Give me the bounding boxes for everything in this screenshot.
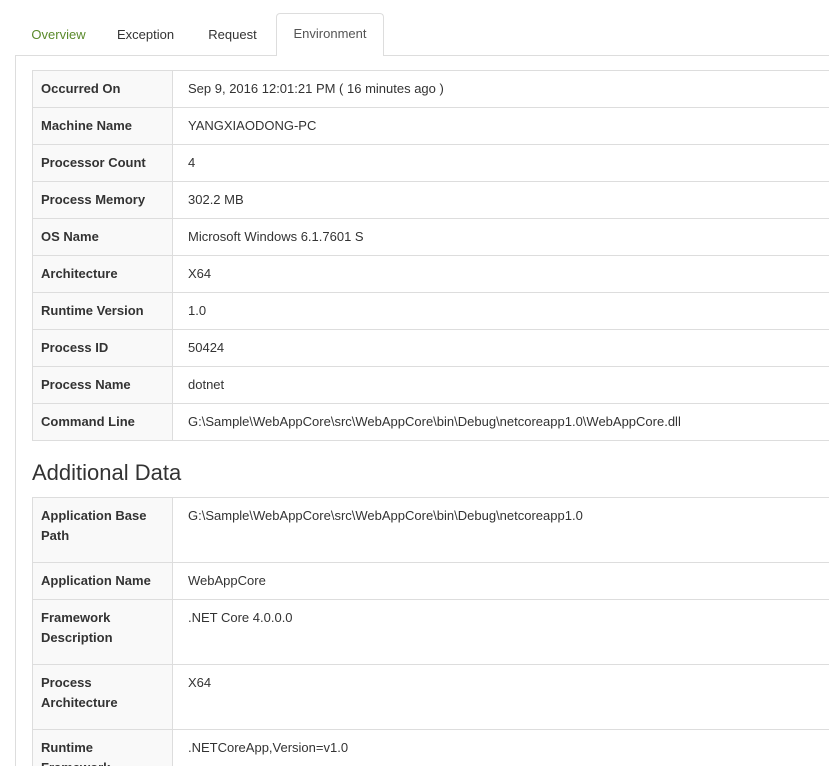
row-key: Command Line <box>32 403 173 441</box>
table-row: Framework Description .NET Core 4.0.0.0 <box>32 599 829 665</box>
additional-data-heading: Additional Data <box>32 460 182 485</box>
table-row: OS Name Microsoft Windows 6.1.7601 S <box>32 218 829 256</box>
row-value: X64 <box>172 664 829 730</box>
tab-environment[interactable]: Environment <box>276 13 384 56</box>
table-row: Architecture X64 <box>32 255 829 293</box>
table-row: Process Name dotnet <box>32 366 829 404</box>
table-row: Process Architecture X64 <box>32 664 829 730</box>
tab-bar: Overview Exception Request Environment <box>15 13 829 56</box>
row-value: Sep 9, 2016 12:01:21 PM ( 16 minutes ago… <box>172 70 829 108</box>
row-value: G:\Sample\WebAppCore\src\WebAppCore\bin\… <box>172 497 829 563</box>
row-value: YANGXIAODONG-PC <box>172 107 829 145</box>
table-row: Application Name WebAppCore <box>32 562 829 600</box>
row-key: OS Name <box>32 218 173 256</box>
row-key: Occurred On <box>32 70 173 108</box>
row-value: 302.2 MB <box>172 181 829 219</box>
row-key: Runtime Version <box>32 292 173 330</box>
row-key: Framework Description <box>32 599 173 665</box>
row-value: Microsoft Windows 6.1.7601 S <box>172 218 829 256</box>
row-value: .NETCoreApp,Version=v1.0 <box>172 729 829 766</box>
table-row: Application Base Path G:\Sample\WebAppCo… <box>32 497 829 563</box>
tab-exception[interactable]: Exception <box>102 14 189 56</box>
table-row: Occurred On Sep 9, 2016 12:01:21 PM ( 16… <box>32 70 829 108</box>
row-value: 50424 <box>172 329 829 367</box>
row-value: X64 <box>172 255 829 293</box>
additional-data-table: Application Base Path G:\Sample\WebAppCo… <box>32 497 829 766</box>
row-key: Runtime Framework <box>32 729 173 766</box>
row-value: WebAppCore <box>172 562 829 600</box>
table-row: Process Memory 302.2 MB <box>32 181 829 219</box>
environment-page: Overview Exception Request Environment O… <box>0 0 829 766</box>
tab-overview[interactable]: Overview <box>15 14 102 56</box>
environment-panel: Occurred On Sep 9, 2016 12:01:21 PM ( 16… <box>15 55 829 766</box>
row-key: Process Name <box>32 366 173 404</box>
environment-table: Occurred On Sep 9, 2016 12:01:21 PM ( 16… <box>32 70 829 441</box>
row-key: Processor Count <box>32 144 173 182</box>
row-value: dotnet <box>172 366 829 404</box>
row-key: Process Architecture <box>32 664 173 730</box>
row-key: Application Base Path <box>32 497 173 563</box>
row-key: Process Memory <box>32 181 173 219</box>
row-key: Process ID <box>32 329 173 367</box>
row-value: 1.0 <box>172 292 829 330</box>
row-value: G:\Sample\WebAppCore\src\WebAppCore\bin\… <box>172 403 829 441</box>
table-row: Processor Count 4 <box>32 144 829 182</box>
row-value: 4 <box>172 144 829 182</box>
row-value: .NET Core 4.0.0.0 <box>172 599 829 665</box>
row-key: Application Name <box>32 562 173 600</box>
table-row: Runtime Framework .NETCoreApp,Version=v1… <box>32 729 829 766</box>
row-key: Machine Name <box>32 107 173 145</box>
table-row: Runtime Version 1.0 <box>32 292 829 330</box>
tab-request[interactable]: Request <box>189 14 276 56</box>
table-row: Process ID 50424 <box>32 329 829 367</box>
table-row: Command Line G:\Sample\WebAppCore\src\We… <box>32 403 829 441</box>
row-key: Architecture <box>32 255 173 293</box>
table-row: Machine Name YANGXIAODONG-PC <box>32 107 829 145</box>
